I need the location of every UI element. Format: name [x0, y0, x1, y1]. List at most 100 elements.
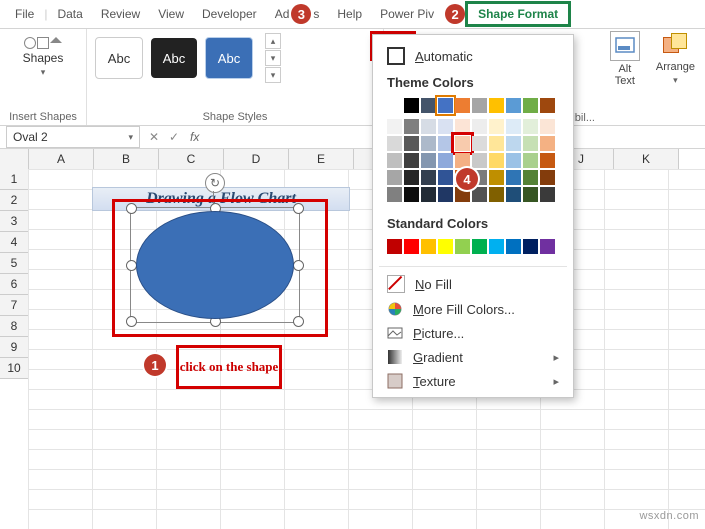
gallery-down-icon[interactable]: ▾ [265, 50, 281, 66]
color-swatch[interactable] [404, 153, 419, 168]
color-swatch[interactable] [438, 239, 453, 254]
tab-developer[interactable]: Developer [193, 2, 266, 26]
color-swatch[interactable] [489, 98, 504, 113]
color-swatch[interactable] [455, 153, 470, 168]
tab-view[interactable]: View [149, 2, 193, 26]
color-swatch[interactable] [540, 187, 555, 202]
resize-handle[interactable] [126, 203, 137, 214]
color-swatch[interactable] [438, 98, 453, 113]
gradient-fill[interactable]: Gradient ▸ [373, 345, 573, 369]
gallery-scroll[interactable]: ▴ ▾ ▾ [265, 33, 281, 83]
tab-help[interactable]: Help [328, 2, 371, 26]
row-header[interactable]: 8 [0, 316, 29, 337]
color-swatch[interactable] [387, 136, 402, 151]
color-swatch[interactable] [540, 170, 555, 185]
color-swatch[interactable] [387, 119, 402, 134]
color-swatch[interactable] [455, 119, 470, 134]
resize-handle[interactable] [126, 316, 137, 327]
color-swatch[interactable] [404, 119, 419, 134]
col-header[interactable]: K [614, 149, 679, 169]
color-swatch[interactable] [438, 153, 453, 168]
color-swatch[interactable] [523, 187, 538, 202]
row-header[interactable]: 2 [0, 190, 29, 211]
color-swatch[interactable] [387, 170, 402, 185]
col-header[interactable]: A [29, 149, 94, 169]
color-swatch[interactable] [387, 153, 402, 168]
row-header[interactable]: 3 [0, 211, 29, 232]
col-header[interactable]: E [289, 149, 354, 169]
row-header[interactable]: 6 [0, 274, 29, 295]
row-header[interactable]: 7 [0, 295, 29, 316]
gallery-more-icon[interactable]: ▾ [265, 67, 281, 83]
spreadsheet-grid[interactable]: A B C D E F J K 1 2 3 4 5 6 7 8 9 10 Dra… [0, 149, 705, 529]
color-swatch[interactable] [523, 170, 538, 185]
style-preset-2[interactable]: Abc [151, 38, 197, 78]
resize-handle[interactable] [293, 316, 304, 327]
gallery-up-icon[interactable]: ▴ [265, 33, 281, 49]
color-swatch[interactable] [421, 170, 436, 185]
color-swatch[interactable] [489, 136, 504, 151]
color-swatch[interactable] [489, 239, 504, 254]
color-swatch[interactable] [540, 136, 555, 151]
color-swatch[interactable] [489, 119, 504, 134]
color-swatch[interactable] [421, 153, 436, 168]
fx-icon[interactable]: fx [190, 130, 199, 144]
color-swatch[interactable] [421, 239, 436, 254]
texture-fill[interactable]: Texture ▸ [373, 369, 573, 393]
color-swatch[interactable] [472, 119, 487, 134]
color-swatch[interactable] [438, 136, 453, 151]
resize-handle[interactable] [293, 203, 304, 214]
more-fill-colors[interactable]: More Fill Colors... [373, 297, 573, 321]
oval-shape[interactable] [136, 211, 294, 319]
alt-text-button[interactable]: Alt Text [610, 31, 640, 87]
color-swatch[interactable] [404, 136, 419, 151]
color-swatch[interactable] [523, 98, 538, 113]
col-header[interactable]: C [159, 149, 224, 169]
tab-addins-right[interactable]: s [311, 2, 328, 26]
color-swatch[interactable] [506, 136, 521, 151]
tab-powerpivot[interactable]: Power Piv [371, 2, 443, 26]
color-swatch[interactable] [540, 119, 555, 134]
color-swatch[interactable] [404, 170, 419, 185]
select-all-corner[interactable] [0, 149, 29, 169]
shapes-gallery-button[interactable]: Shapes ▾ [8, 33, 78, 82]
color-swatch[interactable] [489, 153, 504, 168]
shape-style-gallery[interactable]: Abc Abc Abc ▴ ▾ ▾ [95, 33, 375, 83]
color-swatch[interactable] [455, 136, 470, 151]
color-swatch[interactable] [438, 187, 453, 202]
row-header[interactable]: 9 [0, 337, 29, 358]
row-header[interactable]: 1 [0, 169, 29, 190]
color-swatch[interactable] [506, 187, 521, 202]
color-swatch[interactable] [489, 170, 504, 185]
picture-fill[interactable]: Picture... [373, 321, 573, 345]
fill-automatic[interactable]: Automatic [373, 43, 573, 69]
color-swatch[interactable] [540, 98, 555, 113]
color-swatch[interactable] [438, 119, 453, 134]
color-swatch[interactable] [540, 153, 555, 168]
col-header[interactable]: B [94, 149, 159, 169]
row-header[interactable]: 4 [0, 232, 29, 253]
color-swatch[interactable] [421, 136, 436, 151]
color-swatch[interactable] [421, 98, 436, 113]
style-preset-1[interactable]: Abc [95, 37, 143, 79]
color-swatch[interactable] [523, 239, 538, 254]
color-swatch[interactable] [506, 170, 521, 185]
color-swatch[interactable] [421, 119, 436, 134]
color-swatch[interactable] [506, 153, 521, 168]
tab-file[interactable]: File [6, 2, 43, 26]
tab-addins-left[interactable]: Ad [266, 2, 292, 26]
color-swatch[interactable] [387, 239, 402, 254]
tab-review[interactable]: Review [92, 2, 149, 26]
color-swatch[interactable] [472, 153, 487, 168]
color-swatch[interactable] [472, 239, 487, 254]
color-swatch[interactable] [506, 239, 521, 254]
color-swatch[interactable] [472, 136, 487, 151]
color-swatch[interactable] [438, 170, 453, 185]
color-swatch[interactable] [472, 98, 487, 113]
color-swatch[interactable] [404, 187, 419, 202]
color-swatch[interactable] [523, 153, 538, 168]
color-swatch[interactable] [404, 98, 419, 113]
color-swatch[interactable] [404, 239, 419, 254]
row-header[interactable]: 10 [0, 358, 29, 379]
col-header[interactable]: D [224, 149, 289, 169]
